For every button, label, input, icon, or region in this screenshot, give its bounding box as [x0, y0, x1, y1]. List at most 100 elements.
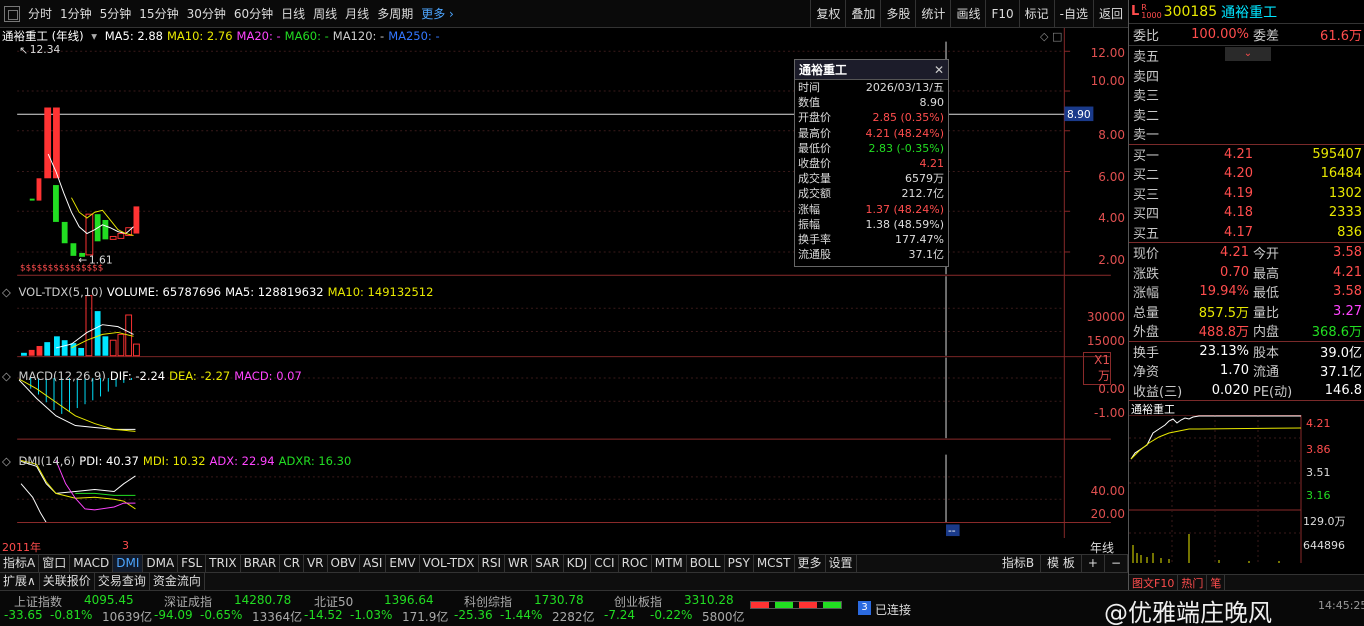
- adjust-button[interactable]: 复权: [810, 0, 845, 27]
- indicator-tab[interactable]: OBV: [328, 555, 361, 572]
- indicator-tab[interactable]: 设置: [826, 555, 857, 572]
- buy-row[interactable]: 买三 4.19 1302: [1129, 184, 1364, 204]
- sub-tab[interactable]: 关联报价: [40, 573, 95, 590]
- fundamental-value: 1.70: [1220, 363, 1249, 379]
- buy-row[interactable]: 买一 4.21 595407: [1129, 145, 1364, 165]
- fundamental-label: 换手: [1133, 345, 1160, 361]
- quote-value: 3.58: [1333, 245, 1362, 261]
- buy-row[interactable]: 买四 4.18 2333: [1129, 203, 1364, 223]
- mark-button[interactable]: 标记: [1018, 0, 1054, 27]
- window-icon[interactable]: [4, 5, 20, 22]
- statistics-button[interactable]: 统计: [915, 0, 950, 27]
- draw-line-button[interactable]: 画线: [950, 0, 985, 27]
- period-tab[interactable]: 60分钟: [230, 5, 277, 22]
- fundamental-label: 净资: [1133, 365, 1160, 381]
- indicator-tab[interactable]: EMV: [386, 555, 420, 572]
- panel-tab[interactable]: 图文F10: [1129, 575, 1179, 590]
- indicator-tab[interactable]: KDJ: [564, 555, 592, 572]
- period-tab[interactable]: 5分钟: [96, 5, 136, 22]
- multi-stock-button[interactable]: 多股: [880, 0, 915, 27]
- period-tab[interactable]: 日线: [277, 5, 309, 22]
- overlay-button[interactable]: 叠加: [845, 0, 880, 27]
- indicator-tab[interactable]: BOLL: [687, 555, 725, 572]
- period-tab[interactable]: 1分钟: [56, 5, 96, 22]
- mini-intraday-chart[interactable]: 4.21 3.86 3.51 3.16 129.0万 644896: [1129, 414, 1363, 563]
- period-tab[interactable]: 分时: [24, 5, 56, 22]
- indicator-tab[interactable]: 窗口: [39, 555, 71, 572]
- axis-tick: 40.00: [1090, 484, 1125, 498]
- mini-tick: 3.16: [1306, 489, 1331, 502]
- f10-button[interactable]: F10: [985, 0, 1018, 27]
- quote-value: 857.5万: [1198, 305, 1249, 321]
- index-pct: -1.44%: [500, 608, 543, 622]
- indicator-tab-right[interactable]: 指标B: [996, 555, 1042, 572]
- mini-tick: 3.86: [1306, 443, 1331, 456]
- more-periods-button[interactable]: 更多 ›: [417, 5, 458, 22]
- period-tab[interactable]: 30分钟: [183, 5, 230, 22]
- info-row: 成交量 6579万: [795, 171, 948, 186]
- sub-tab[interactable]: 资金流向: [150, 573, 205, 590]
- sub-tab[interactable]: 交易查询: [95, 573, 150, 590]
- indicator-tab-right[interactable]: +: [1082, 555, 1105, 572]
- buy-row[interactable]: 买二 4.20 16484: [1129, 164, 1364, 184]
- close-icon[interactable]: ✕: [934, 60, 944, 80]
- macd-bars: [30, 378, 133, 414]
- indicator-tab[interactable]: CCI: [591, 555, 619, 572]
- sub-tab[interactable]: 扩展∧: [0, 573, 40, 590]
- weicha-value: 61.6万: [1320, 29, 1362, 44]
- quote-row: 总量 857.5万 量比 3.27: [1129, 302, 1364, 322]
- indicator-tab[interactable]: DMI: [113, 555, 144, 572]
- quote-label: 最低: [1253, 286, 1280, 302]
- macd-collapse-icon[interactable]: ◇: [2, 369, 11, 383]
- panel-tab[interactable]: 热门: [1178, 575, 1208, 590]
- indicator-tab[interactable]: 更多: [795, 555, 826, 572]
- candle: [102, 219, 109, 240]
- dmi-collapse-icon[interactable]: ◇: [2, 454, 11, 468]
- indicator-tab[interactable]: PSY: [725, 555, 754, 572]
- indicator-tab[interactable]: ROC: [619, 555, 652, 572]
- back-button[interactable]: 返回: [1092, 0, 1128, 27]
- sub-tabs: 扩展∧ 关联报价 交易查询 资金流向: [0, 572, 1128, 590]
- indicator-tab[interactable]: MCST: [754, 555, 795, 572]
- indicator-tab[interactable]: WR: [505, 555, 533, 572]
- period-tab[interactable]: 周线: [309, 5, 341, 22]
- indicator-tab-right[interactable]: 模 板: [1041, 555, 1082, 572]
- period-tab[interactable]: 多周期: [373, 5, 417, 22]
- settings-glyphs[interactable]: ◇ □: [1040, 30, 1062, 43]
- collapse-orderbook-button[interactable]: ⌄: [1225, 47, 1271, 61]
- indicator-tab[interactable]: CR: [280, 555, 304, 572]
- fundamental-value: 23.13%: [1199, 343, 1249, 359]
- info-value: 1.37 (48.24%): [865, 202, 944, 216]
- volume-collapse-icon[interactable]: ◇: [2, 285, 11, 299]
- buy-price: 4.20: [1224, 166, 1253, 182]
- indicator-tab[interactable]: VOL-TDX: [420, 555, 479, 572]
- info-key: 开盘价: [798, 111, 831, 125]
- indicator-tab[interactable]: DMA: [143, 555, 179, 572]
- more-label: 更多: [421, 7, 446, 21]
- info-row: 数值 8.90: [795, 95, 948, 110]
- indicator-tab[interactable]: VR: [304, 555, 328, 572]
- period-tab[interactable]: 15分钟: [135, 5, 182, 22]
- info-row: 开盘价 2.85 (0.35%): [795, 110, 948, 125]
- indicator-tab[interactable]: MACD: [70, 555, 114, 572]
- period-tab[interactable]: 月线: [341, 5, 373, 22]
- indicator-tab[interactable]: 指标A: [0, 555, 40, 572]
- axis-tick: 15000: [1086, 334, 1125, 348]
- remove-watchlist-button[interactable]: -自选: [1053, 0, 1093, 27]
- indicator-tab[interactable]: MTM: [652, 555, 687, 572]
- indicator-tab[interactable]: SAR: [532, 555, 564, 572]
- indicator-tab[interactable]: FSL: [178, 555, 207, 572]
- index-pct: -1.03%: [350, 608, 393, 622]
- chevron-down-icon[interactable]: ▾: [91, 29, 97, 43]
- fundamental-label: 流通: [1253, 365, 1280, 381]
- indicator-tab[interactable]: TRIX: [206, 555, 241, 572]
- panel-tab[interactable]: 笔: [1207, 575, 1226, 590]
- indicator-tab[interactable]: ASI: [360, 555, 387, 572]
- indicator-tab-right[interactable]: −: [1105, 555, 1128, 572]
- indicator-tab[interactable]: BRAR: [241, 555, 281, 572]
- info-popup: 通裕重工 ✕ 时间 2026/03/13/五 数值 8.90 开盘价 2.85 (0.35…: [794, 59, 949, 267]
- buy-row[interactable]: 买五 4.17 836: [1129, 223, 1364, 243]
- indicator-value: MA120: -: [332, 29, 385, 43]
- quote-label: 量比: [1253, 305, 1280, 321]
- indicator-tab[interactable]: RSI: [479, 555, 506, 572]
